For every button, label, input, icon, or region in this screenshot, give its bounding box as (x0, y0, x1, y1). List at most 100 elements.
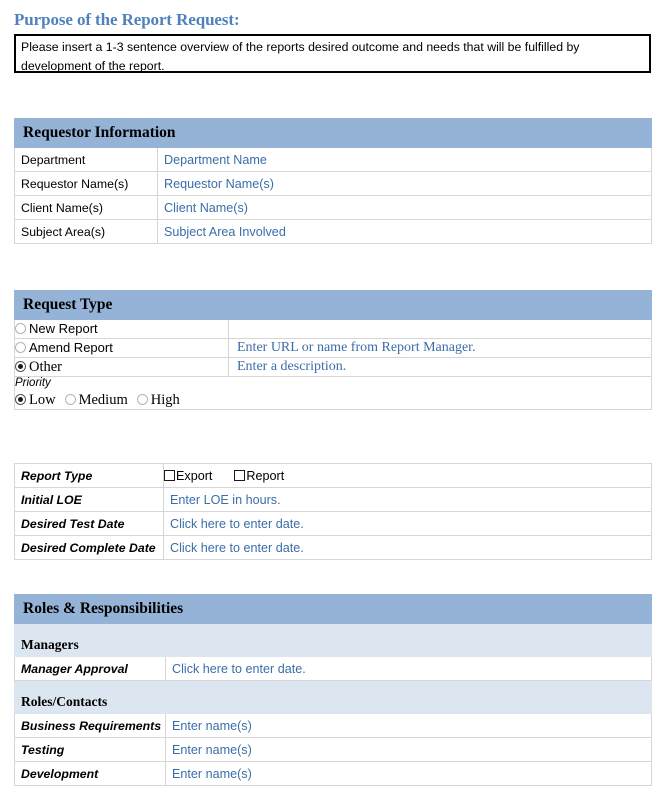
requestor-names-label-cell: Requestor Name(s) (14, 171, 158, 196)
department-label-cell: Department (14, 147, 158, 172)
managers-heading: Managers (21, 636, 79, 652)
initial-loe-label: Initial LOE (21, 492, 82, 507)
development-label-cell: Development (14, 761, 166, 786)
business-requirements-value: Enter name(s) (172, 718, 252, 733)
amend-report-option[interactable]: Amend Report (14, 338, 229, 358)
desired-test-date-value-cell[interactable]: Click here to enter date. (163, 511, 652, 536)
table-row: Department Department Name (14, 147, 652, 172)
client-names-value-cell[interactable]: Client Name(s) (157, 195, 652, 220)
roles-responsibilities-title: Roles & Responsibilities (23, 600, 184, 617)
department-value: Department Name (164, 152, 267, 167)
other-option[interactable]: Other (14, 357, 229, 377)
report-checkbox-icon[interactable] (234, 469, 246, 481)
other-value-cell[interactable]: Enter a description. (228, 357, 652, 377)
requestor-names-label: Requestor Name(s) (21, 176, 129, 191)
business-requirements-label-cell: Business Requirements (14, 713, 166, 738)
export-checkbox-icon[interactable] (164, 469, 175, 481)
table-row: Client Name(s) Client Name(s) (14, 195, 652, 220)
testing-label-cell: Testing (14, 737, 166, 762)
priority-low-radio-icon[interactable] (15, 394, 26, 405)
priority-cell: Priority Low Medium High (14, 376, 652, 410)
table-row: Development Enter name(s) (14, 761, 652, 786)
other-radio-icon[interactable] (15, 361, 26, 372)
requestor-information-header-cell: Requestor Information (14, 118, 652, 148)
manager-approval-label: Manager Approval (21, 661, 128, 676)
priority-row: Priority Low Medium High (14, 376, 652, 410)
roles-responsibilities-header-row: Roles & Responsibilities (14, 594, 652, 624)
request-type-details-table: Report Type Export Report Initial LOE Ent… (14, 463, 652, 560)
testing-value-cell[interactable]: Enter name(s) (165, 737, 652, 762)
subject-areas-value-cell[interactable]: Subject Area Involved (157, 219, 652, 244)
business-requirements-value-cell[interactable]: Enter name(s) (165, 713, 652, 738)
export-label: Export (176, 468, 213, 483)
priority-label: Priority (15, 377, 51, 389)
table-row: Amend Report Enter URL or name from Repo… (14, 338, 652, 358)
purpose-textbox[interactable]: Please insert a 1-3 sentence overview of… (14, 34, 651, 73)
amend-report-value: Enter URL or name from Report Manager. (237, 340, 476, 355)
testing-label: Testing (21, 742, 65, 757)
subject-areas-label: Subject Area(s) (21, 224, 106, 239)
manager-approval-value-cell[interactable]: Click here to enter date. (165, 656, 652, 681)
desired-complete-date-value: Click here to enter date. (170, 540, 304, 555)
desired-test-date-value: Click here to enter date. (170, 516, 304, 531)
initial-loe-value-cell[interactable]: Enter LOE in hours. (163, 487, 652, 512)
requestor-names-value-cell[interactable]: Requestor Name(s) (157, 171, 652, 196)
requestor-information-header-row: Requestor Information (14, 118, 652, 148)
desired-complete-date-value-cell[interactable]: Click here to enter date. (163, 535, 652, 560)
development-label: Development (21, 766, 99, 781)
amend-report-radio-icon[interactable] (15, 342, 26, 353)
desired-complete-date-label: Desired Complete Date (21, 540, 156, 555)
new-report-value-cell[interactable] (228, 319, 652, 339)
manager-approval-label-cell: Manager Approval (14, 656, 166, 681)
desired-complete-date-label-cell: Desired Complete Date (14, 535, 164, 560)
new-report-radio-icon[interactable] (15, 323, 26, 334)
new-report-label: New Report (29, 321, 98, 336)
priority-low-label: Low (29, 392, 56, 408)
new-report-option[interactable]: New Report (14, 319, 229, 339)
requestor-names-value: Requestor Name(s) (164, 176, 274, 191)
subject-areas-value: Subject Area Involved (164, 224, 286, 239)
priority-high-radio-icon[interactable] (136, 394, 148, 405)
request-type-title: Request Type (23, 296, 113, 313)
roles-contacts-heading: Roles/Contacts (21, 693, 108, 709)
business-requirements-label: Business Requirements (21, 718, 162, 733)
table-row: Desired Test Date Click here to enter da… (14, 511, 652, 536)
table-row: Manager Approval Click here to enter dat… (14, 656, 652, 681)
priority-high-label: High (150, 392, 180, 408)
table-row: Requestor Name(s) Requestor Name(s) (14, 171, 652, 196)
table-row: Initial LOE Enter LOE in hours. (14, 487, 652, 512)
roles-contacts-subheader-row: Roles/Contacts (14, 680, 652, 714)
client-names-value: Client Name(s) (164, 200, 248, 215)
amend-report-value-cell[interactable]: Enter URL or name from Report Manager. (228, 338, 652, 358)
roles-contacts-subheader-cell: Roles/Contacts (14, 680, 652, 714)
other-label: Other (29, 359, 63, 375)
report-type-row: Report Type Export Report (14, 463, 652, 488)
managers-subheader-row: Managers (14, 623, 652, 657)
roles-responsibilities-header-cell: Roles & Responsibilities (14, 594, 652, 624)
requestor-information-title: Requestor Information (23, 124, 176, 141)
priority-medium-radio-icon[interactable] (64, 394, 76, 405)
report-type-label-cell: Report Type (14, 463, 164, 488)
table-row: Business Requirements Enter name(s) (14, 713, 652, 738)
department-value-cell[interactable]: Department Name (157, 147, 652, 172)
priority-options: Low Medium High (15, 391, 180, 408)
desired-test-date-label-cell: Desired Test Date (14, 511, 164, 536)
development-value-cell[interactable]: Enter name(s) (165, 761, 652, 786)
document-page: Purpose of the Report Request: Please in… (0, 0, 671, 790)
priority-medium-label: Medium (78, 392, 128, 408)
development-value: Enter name(s) (172, 766, 252, 781)
table-row: Testing Enter name(s) (14, 737, 652, 762)
table-row: Subject Area(s) Subject Area Involved (14, 219, 652, 244)
table-row: Other Enter a description. (14, 357, 652, 377)
requestor-information-table: Requestor Information Department Departm… (14, 118, 652, 244)
initial-loe-label-cell: Initial LOE (14, 487, 164, 512)
purpose-body-text: Please insert a 1-3 sentence overview of… (21, 40, 580, 73)
report-type-checkbox-cell: Export Report (163, 463, 652, 488)
request-type-header-cell: Request Type (14, 290, 652, 320)
amend-report-label: Amend Report (29, 340, 113, 355)
client-names-label-cell: Client Name(s) (14, 195, 158, 220)
request-type-table: Request Type New Report Amend Report Ent… (14, 290, 652, 410)
table-row: New Report (14, 319, 652, 339)
roles-responsibilities-table: Roles & Responsibilities Managers Manage… (14, 594, 652, 786)
desired-test-date-label: Desired Test Date (21, 516, 125, 531)
